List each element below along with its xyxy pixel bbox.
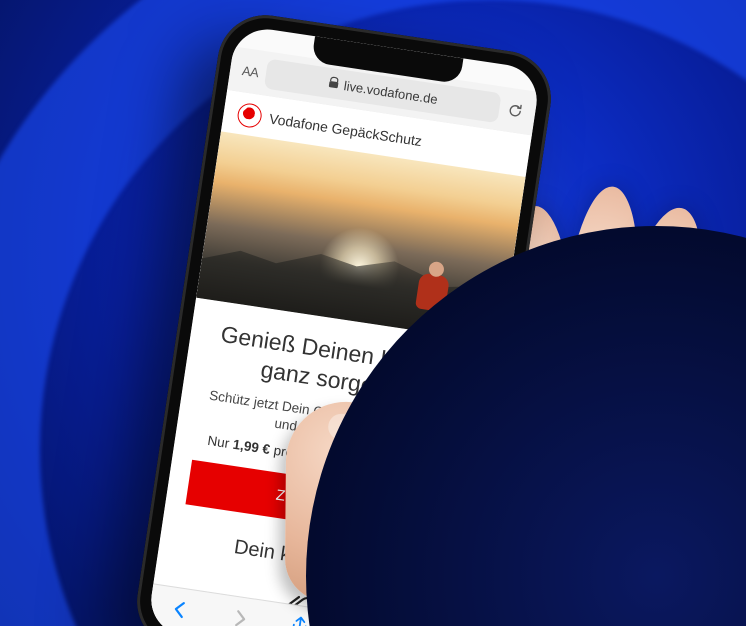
back-button[interactable] [169, 598, 190, 625]
thumb-over-screen [285, 401, 407, 602]
text-size-button[interactable]: AA [241, 62, 259, 79]
phone: AA live.vodafone.de Vodaf [131, 9, 558, 626]
lock-icon [327, 75, 340, 91]
photo-scene: AA live.vodafone.de Vodaf [0, 0, 746, 626]
cta-button[interactable]: Zum Angebot [185, 460, 457, 544]
web-page: Vodafone GepäckSchutz Genieß Deinen Urla… [146, 90, 531, 626]
refresh-icon[interactable] [506, 102, 524, 120]
forward-button[interactable] [229, 607, 250, 626]
vodafone-logo-icon [236, 102, 263, 129]
hero-person [407, 248, 459, 314]
phone-screen: AA live.vodafone.de Vodaf [146, 25, 541, 626]
section-2-title: Dein kompletter S [179, 528, 447, 590]
share-button[interactable] [288, 615, 310, 626]
address-domain: live.vodafone.de [343, 78, 439, 107]
